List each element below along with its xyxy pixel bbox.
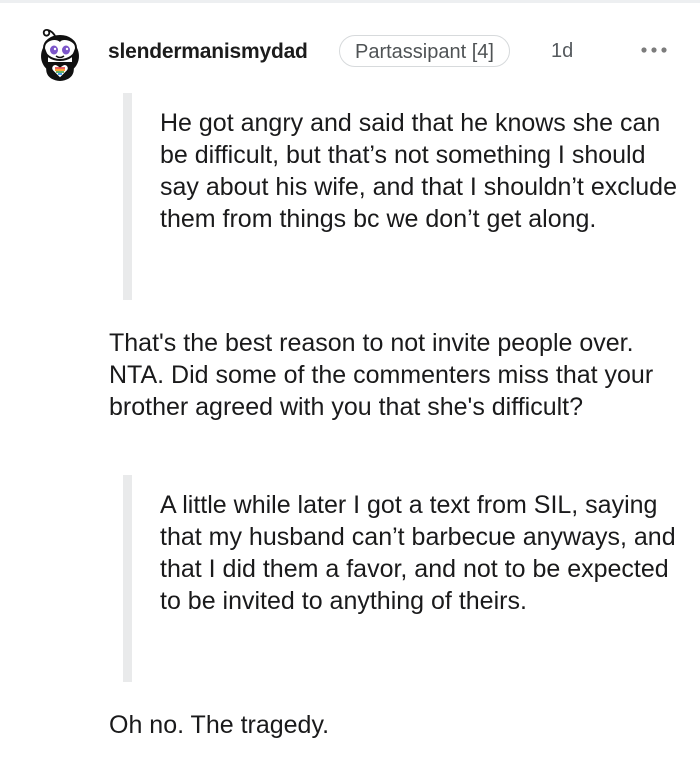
comment-paragraph: Oh no. The tragedy. bbox=[109, 711, 330, 739]
more-horizontal-icon bbox=[641, 47, 667, 53]
comment-paragraph: That's the best reason to not invite peo… bbox=[109, 329, 654, 421]
user-flair-badge: Partassipant [4] bbox=[339, 35, 510, 67]
blockquote-text: A little while later I got a text from S… bbox=[160, 491, 676, 615]
blockquote-bar bbox=[123, 93, 132, 300]
blockquote-bar bbox=[123, 475, 132, 682]
comment-timestamp[interactable]: 1d bbox=[551, 40, 573, 63]
blockquote-text: He got angry and said that he knows she … bbox=[160, 109, 677, 233]
username-link[interactable]: slendermanismydad bbox=[108, 40, 308, 64]
top-divider bbox=[0, 0, 700, 3]
comment-header: slendermanismydad Partassipant [4] 1d bbox=[0, 22, 700, 82]
snoo-avatar-icon[interactable] bbox=[34, 26, 86, 84]
more-options-button[interactable] bbox=[636, 36, 672, 64]
